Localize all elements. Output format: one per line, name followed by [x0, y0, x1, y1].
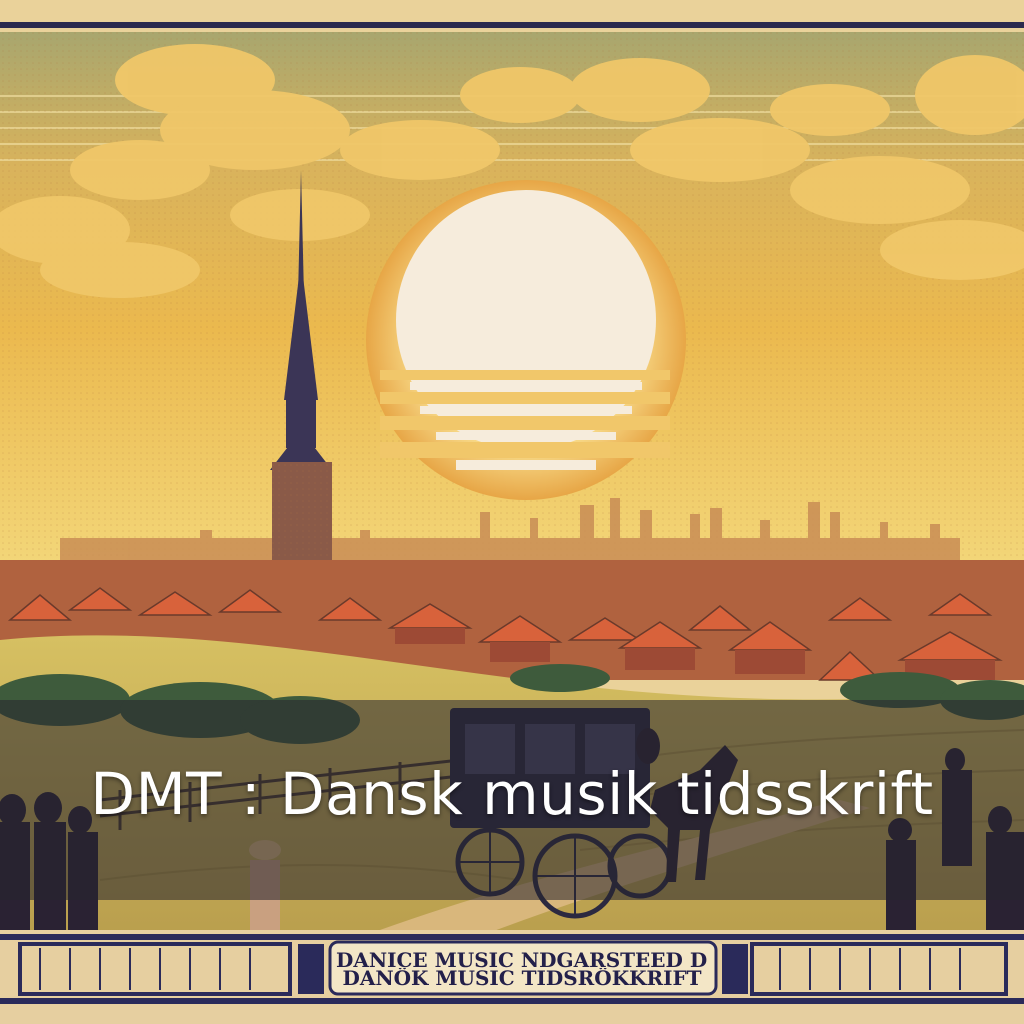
poster-canvas: DMT : Dansk musik tidsskrift DANICE MUSI…: [0, 0, 1024, 1024]
plaque-text-line1: DANICE MUSIC NDGARSTEED DK: [336, 950, 708, 970]
plaque-text-line2: DANÖK MUSIC TIDSRÖKKRIFT: [342, 968, 702, 988]
caption-title: DMT : Dansk musik tidsskrift: [90, 760, 934, 828]
